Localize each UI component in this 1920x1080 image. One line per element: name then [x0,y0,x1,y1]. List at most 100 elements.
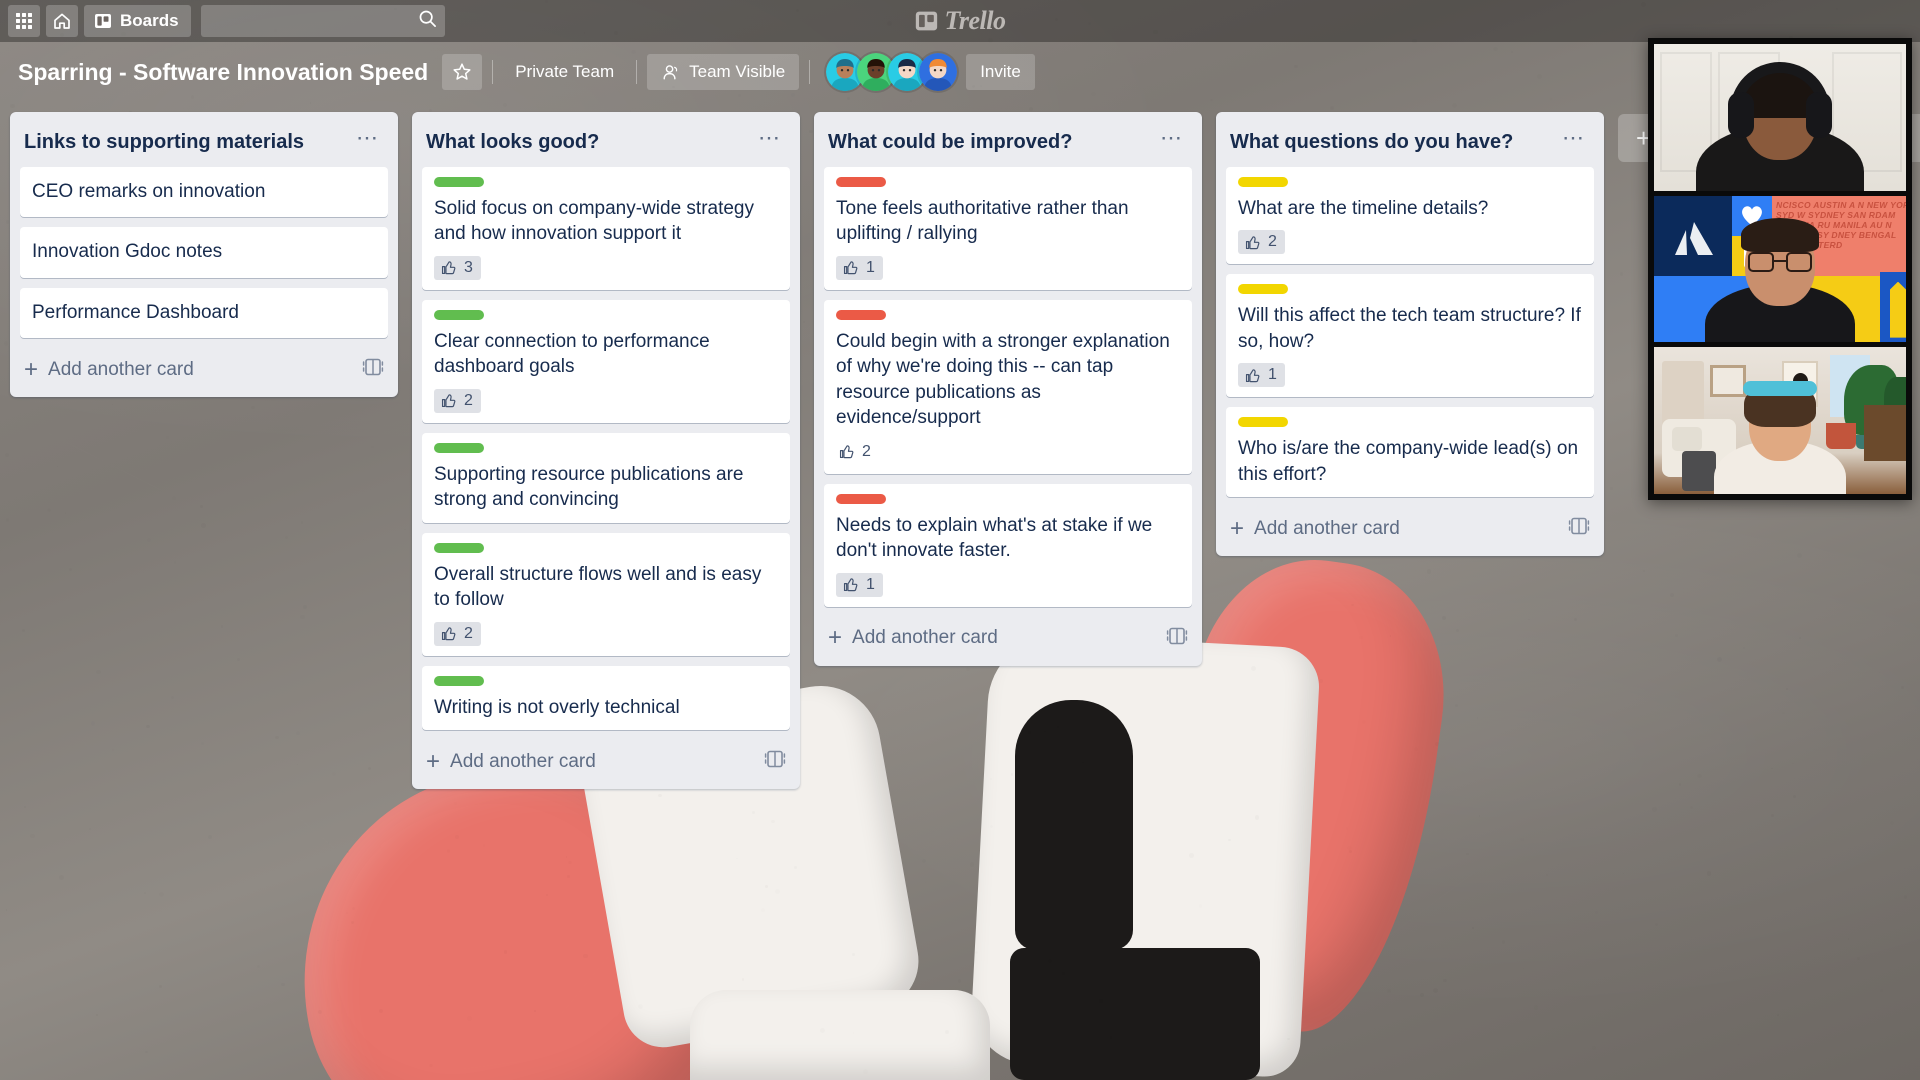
card-label-green[interactable] [434,442,484,453]
card-label-green[interactable] [434,309,484,320]
list-menu-button[interactable]: ⋯ [1556,127,1592,153]
visibility-button[interactable]: Team Visible [647,54,800,90]
list-menu-button[interactable]: ⋯ [1154,127,1190,153]
grid-apps-icon [16,13,32,29]
card-badges: 1 [1238,363,1582,388]
thumbs-up-icon [839,445,854,459]
list-title[interactable]: What could be improved? [828,129,1072,154]
trello-logo[interactable]: Trello [914,6,1006,36]
vote-badge[interactable]: 1 [836,572,883,597]
card[interactable]: Solid focus on company-wide strategy and… [422,167,790,290]
wall-frame [1710,365,1746,398]
card[interactable]: Tone feels authoritative rather than upl… [824,167,1192,290]
card-template-button[interactable] [1166,625,1188,652]
card-badges: 2 [1238,230,1582,255]
card[interactable]: Will this affect the tech team structure… [1226,274,1594,398]
add-card-button[interactable]: + Add another card [1230,514,1400,542]
list-title[interactable]: What questions do you have? [1230,129,1513,154]
list-menu-button[interactable]: ⋯ [752,127,788,153]
vote-badge[interactable]: 3 [434,255,481,280]
search-box[interactable] [200,5,445,37]
card-title: Innovation Gdoc notes [32,241,223,263]
board-canvas: Links to supporting materials ⋯ CEO remark… [0,102,1920,1080]
card-label-green[interactable] [434,177,484,187]
participant-2-video[interactable]: NCISCO AUSTIN A N NEW YORK SYD W SYDNEY … [1654,195,1906,343]
card-template-button[interactable] [362,356,384,383]
card-template-button[interactable] [764,748,786,775]
apps-grid-button[interactable] [8,5,40,37]
card-title: Overall structure flows well and is easy… [434,563,762,611]
list-title[interactable]: Links to supporting materials [24,129,304,154]
card[interactable]: Supporting resource publications are str… [422,432,790,523]
card[interactable]: Overall structure flows well and is easy… [422,532,790,656]
card[interactable]: Performance Dashboard [20,287,388,339]
card-template-icon [1166,627,1188,644]
list-cards: CEO remarks on innovation Innovation Gdoc… [10,167,398,348]
vote-badge[interactable]: 1 [1238,363,1285,388]
participant-3-video[interactable] [1654,347,1906,495]
add-card-label: Add another card [852,627,998,649]
list-header: What looks good? ⋯ [412,120,800,167]
card[interactable]: Needs to explain what's at stake if we d… [824,483,1192,607]
add-card-label: Add another card [1254,517,1400,539]
card-label-yellow[interactable] [1238,177,1288,187]
home-icon [54,13,70,29]
list-title[interactable]: What looks good? [426,129,599,154]
card[interactable]: What are the timeline details? 2 [1226,167,1594,265]
board-members [826,53,958,91]
lists-container: Links to supporting materials ⋯ CEO remark… [10,112,1604,790]
card[interactable]: Writing is not overly technical [422,665,790,731]
thumbs-up-icon [843,578,858,592]
video-call-panel[interactable]: NCISCO AUSTIN A N NEW YORK SYD W SYDNEY … [1648,38,1912,500]
card-label-green[interactable] [434,542,484,553]
card-label-red[interactable] [836,177,886,187]
card-template-icon [362,359,384,376]
vote-badge[interactable]: 2 [434,621,481,646]
vote-badge[interactable]: 2 [1238,230,1285,255]
card[interactable]: Who is/are the company-wide lead(s) on t… [1226,407,1594,498]
boards-icon [95,14,111,28]
vote-badge[interactable]: 1 [836,255,883,280]
vote-badge[interactable]: 2 [836,440,873,464]
home-button[interactable] [46,5,78,37]
card[interactable]: CEO remarks on innovation [20,167,388,218]
invite-button[interactable]: Invite [966,54,1035,90]
vote-badge[interactable]: 2 [434,388,481,413]
card-label-red[interactable] [836,309,886,320]
cushion [1672,427,1702,452]
glasses-icon [1748,251,1812,272]
card-title: What are the timeline details? [1238,198,1489,219]
plus-icon: + [1230,514,1245,542]
thumbs-up-icon [441,394,456,408]
search-input[interactable] [200,12,445,30]
plus-icon: + [426,747,441,775]
add-card-button[interactable]: + Add another card [24,355,194,383]
card-label-green[interactable] [434,675,484,686]
star-board-button[interactable] [442,54,483,90]
card-label-yellow[interactable] [1238,284,1288,295]
plus-icon: + [24,355,39,383]
add-card-button[interactable]: + Add another card [426,747,596,775]
throw-blanket [1682,451,1716,492]
add-card-label: Add another card [450,750,596,772]
boards-button[interactable]: Boards [84,5,191,37]
list-menu-button[interactable]: ⋯ [350,127,386,153]
board-list: Links to supporting materials ⋯ CEO remark… [10,112,398,398]
participant-1-video[interactable] [1654,44,1906,191]
team-name-button[interactable]: Private Team [503,62,626,82]
header-divider-2 [636,60,638,84]
avatar[interactable] [919,53,958,91]
card-label-yellow[interactable] [1238,417,1288,428]
card-template-button[interactable] [1568,515,1590,542]
board-title[interactable]: Sparring - Software Innovation Speed [18,59,428,86]
card-badges: 3 [434,255,778,280]
headphone-cup-left [1728,92,1754,138]
add-card-button[interactable]: + Add another card [828,626,998,650]
card[interactable]: Clear connection to performance dashboar… [422,299,790,423]
thumbs-up-icon [1245,236,1260,250]
card[interactable]: Innovation Gdoc notes [20,227,388,278]
card[interactable]: Could begin with a stronger explanation … [824,299,1192,474]
card-label-red[interactable] [836,493,886,504]
people-icon [663,64,678,79]
trello-wordmark: Trello [944,6,1006,35]
